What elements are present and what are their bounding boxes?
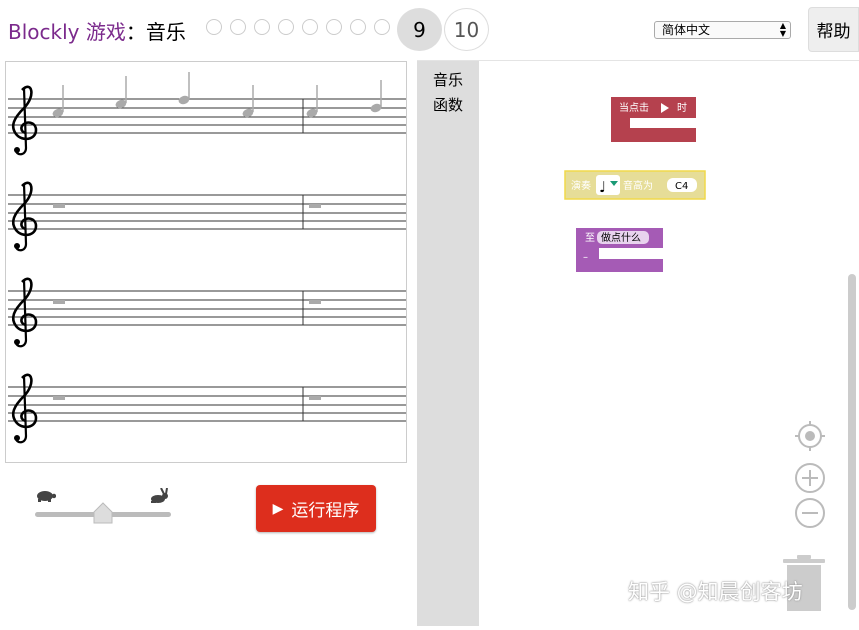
music-score	[5, 61, 407, 463]
rest	[53, 300, 65, 304]
language-value: 简体中文	[662, 23, 711, 37]
workspace-svg: 当点击 时 演奏 ♩ 音高为 C4 至 做点什么 –	[564, 97, 825, 611]
rest	[309, 396, 321, 400]
rabbit-icon	[148, 487, 170, 508]
function-block[interactable]: 至 做点什么 –	[576, 228, 663, 272]
header: Blockly 游戏：音乐 9 10 简体中文 ▲ ▼ 帮助	[0, 0, 859, 60]
toolbox-category-functions[interactable]: 函数	[417, 94, 479, 115]
level-dot-4[interactable]	[278, 19, 294, 35]
level-dot-1[interactable]	[206, 19, 222, 35]
level-next[interactable]: 10	[444, 8, 489, 51]
staff-2	[8, 181, 406, 252]
treble-clef-icon	[11, 277, 38, 348]
staff-1	[8, 71, 406, 156]
function-name: 做点什么	[601, 231, 641, 244]
run-label: 运行程序	[291, 501, 360, 521]
function-keyword: 至	[585, 232, 595, 244]
workspace[interactable]: 当点击 时 演奏 ♩ 音高为 C4 至 做点什么 –	[479, 61, 859, 626]
watermark: 知乎 @知晨创客坊	[628, 580, 803, 604]
rest	[53, 204, 65, 208]
play-icon: ▶	[272, 500, 284, 517]
brand-link[interactable]: Blockly 游戏	[8, 20, 126, 44]
pitch-label: 音高为	[623, 179, 653, 192]
turtle-icon	[34, 488, 57, 506]
score-svg	[8, 71, 406, 444]
note	[50, 84, 66, 120]
level-dot-2[interactable]	[230, 19, 246, 35]
toolbox-category-music[interactable]: 音乐	[417, 69, 479, 90]
pitch-field[interactable]: C4	[667, 178, 697, 192]
level-dot-7[interactable]	[350, 19, 366, 35]
page-title: Blockly 游戏：音乐	[8, 16, 186, 45]
treble-clef-icon	[11, 181, 38, 252]
rest	[53, 396, 65, 400]
pitch-value: C4	[675, 181, 688, 192]
event-block-suffix: 时	[677, 102, 687, 114]
language-select[interactable]: 简体中文 ▲ ▼	[654, 21, 791, 39]
zoom-out-icon[interactable]	[795, 498, 825, 528]
select-arrows-icon: ▲ ▼	[779, 21, 786, 38]
note	[304, 84, 320, 120]
staff-3	[8, 277, 406, 348]
play-note-block[interactable]: 演奏 ♩ 音高为 C4	[564, 170, 706, 200]
note	[176, 71, 192, 107]
treble-clef-icon	[11, 373, 38, 444]
game-name: 音乐	[145, 20, 186, 44]
speed-slider[interactable]	[34, 487, 174, 528]
level-dot-3[interactable]	[254, 19, 270, 35]
workspace-scrollbar[interactable]	[848, 274, 856, 610]
target-icon[interactable]	[795, 421, 825, 451]
title-separator: ：	[125, 20, 146, 44]
quarter-note-icon: ♩	[599, 178, 606, 196]
note	[240, 84, 256, 120]
function-name-field[interactable]: 做点什么	[597, 231, 649, 244]
event-block[interactable]: 当点击 时	[611, 97, 696, 142]
level-dot-5[interactable]	[302, 19, 318, 35]
rest	[309, 300, 321, 304]
event-block-label: 当点击	[619, 101, 649, 114]
help-button[interactable]: 帮助	[808, 7, 859, 52]
level-current[interactable]: 9	[397, 8, 442, 51]
toolbox: 音乐 函数	[417, 61, 479, 626]
note	[113, 75, 129, 111]
note	[368, 79, 384, 115]
run-button[interactable]: ▶ 运行程序	[256, 485, 376, 532]
zoom-in-icon[interactable]	[795, 463, 825, 493]
note-dropdown[interactable]: ♩	[596, 175, 620, 196]
level-dot-6[interactable]	[326, 19, 342, 35]
rest	[309, 204, 321, 208]
staff-4	[8, 373, 406, 444]
function-dash: –	[583, 252, 588, 263]
level-dot-8[interactable]	[374, 19, 390, 35]
play-label: 演奏	[571, 179, 591, 192]
treble-clef-icon	[11, 85, 38, 156]
slider-thumb[interactable]	[92, 502, 114, 524]
